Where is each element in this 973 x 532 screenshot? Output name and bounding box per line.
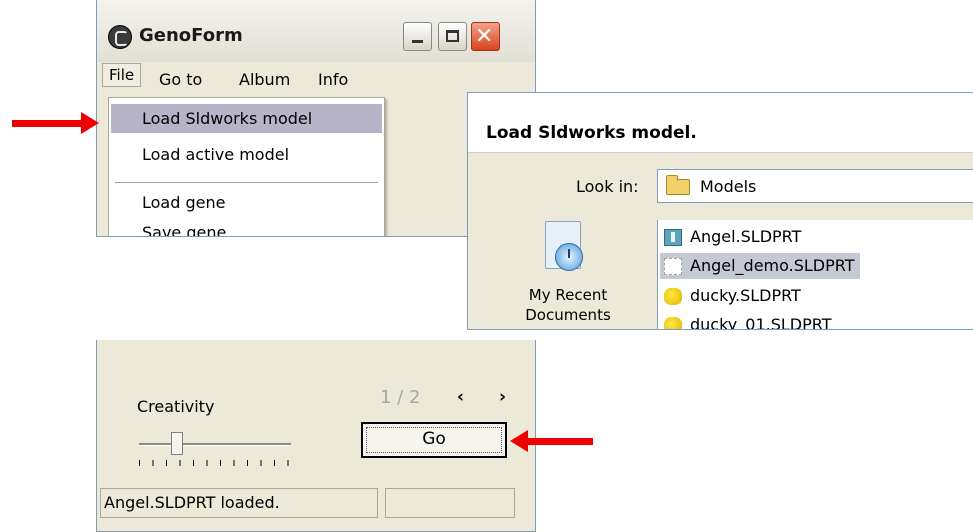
menu-info[interactable]: Info <box>318 70 348 89</box>
minimize-button[interactable] <box>403 22 432 51</box>
recent-documents-icon[interactable] <box>541 221 585 275</box>
file-item[interactable]: ducky.SLDPRT <box>660 283 807 309</box>
file-name: Angel.SLDPRT <box>690 227 802 246</box>
recent-clock-shape <box>555 243 583 271</box>
recent-label-line1: My Recent <box>528 286 608 304</box>
file-name: Angel_demo.SLDPRT <box>690 256 855 275</box>
maximize-button[interactable] <box>438 22 467 51</box>
genoform-controls-panel: Creativity 1 / 2 ‹ › Go Angel.SLDPRT loa… <box>96 340 536 532</box>
menu-item-load-sldworks-model[interactable]: Load Sldworks model <box>111 104 382 133</box>
look-in-label: Look in: <box>576 177 639 196</box>
solidworks-part-icon <box>664 258 682 275</box>
status-panel-secondary <box>385 488 515 518</box>
menu-separator <box>115 182 378 183</box>
duck-part-icon <box>664 288 682 305</box>
go-button[interactable]: Go <box>361 422 507 458</box>
menu-item-load-gene[interactable]: Load gene <box>111 188 382 217</box>
solidworks-part-icon <box>664 229 682 246</box>
prev-page-button[interactable]: ‹ <box>457 387 464 407</box>
title-bar: GenoForm ✕ <box>97 0 535 63</box>
creativity-slider-thumb[interactable] <box>171 432 183 455</box>
creativity-label: Creativity <box>137 397 215 416</box>
file-name: ducky_01.SLDPRT <box>690 315 832 330</box>
next-page-button[interactable]: › <box>499 387 506 407</box>
window-title: GenoForm <box>139 25 243 46</box>
menu-item-load-active-model[interactable]: Load active model <box>111 140 382 169</box>
arrow-pointer-icon <box>510 430 593 452</box>
minimize-icon <box>412 40 423 43</box>
slider-ticks <box>139 460 289 466</box>
look-in-value: Models <box>700 177 757 196</box>
dialog-title-bar: Load Sldworks model. <box>468 93 973 153</box>
creativity-slider[interactable] <box>139 443 291 446</box>
file-list: Angel.SLDPRT Angel_demo.SLDPRT ducky.SLD… <box>657 220 973 330</box>
app-logo-icon <box>108 25 132 49</box>
menu-item-save-gene[interactable]: Save gene <box>111 218 382 236</box>
menu-goto[interactable]: Go to <box>159 70 202 89</box>
status-message: Angel.SLDPRT loaded. <box>100 488 378 518</box>
folder-icon <box>666 175 690 195</box>
file-item[interactable]: Angel.SLDPRT <box>660 224 807 250</box>
look-in-select[interactable]: Models <box>657 169 973 203</box>
file-item[interactable]: ducky_01.SLDPRT <box>660 312 837 330</box>
load-model-dialog: Load Sldworks model. Look in: Models My … <box>467 92 973 330</box>
menu-album[interactable]: Album <box>239 70 290 89</box>
duck-part-icon <box>664 317 682 329</box>
menu-bar: Go to Album Info <box>97 62 535 96</box>
page-indicator: 1 / 2 <box>380 387 421 408</box>
file-name: ducky.SLDPRT <box>690 286 801 305</box>
recent-label-line2: Documents <box>525 306 611 324</box>
maximize-icon <box>446 30 459 42</box>
file-dropdown-menu: Load Sldworks model Load active model Lo… <box>108 97 385 236</box>
menu-file[interactable]: File <box>102 63 142 87</box>
close-icon: ✕ <box>475 24 494 49</box>
file-item-selected[interactable]: Angel_demo.SLDPRT <box>660 253 861 279</box>
dialog-title: Load Sldworks model. <box>486 123 697 143</box>
close-button[interactable]: ✕ <box>471 22 500 51</box>
arrow-pointer-icon <box>12 112 99 134</box>
recent-documents-label[interactable]: My Recent Documents <box>513 285 623 325</box>
